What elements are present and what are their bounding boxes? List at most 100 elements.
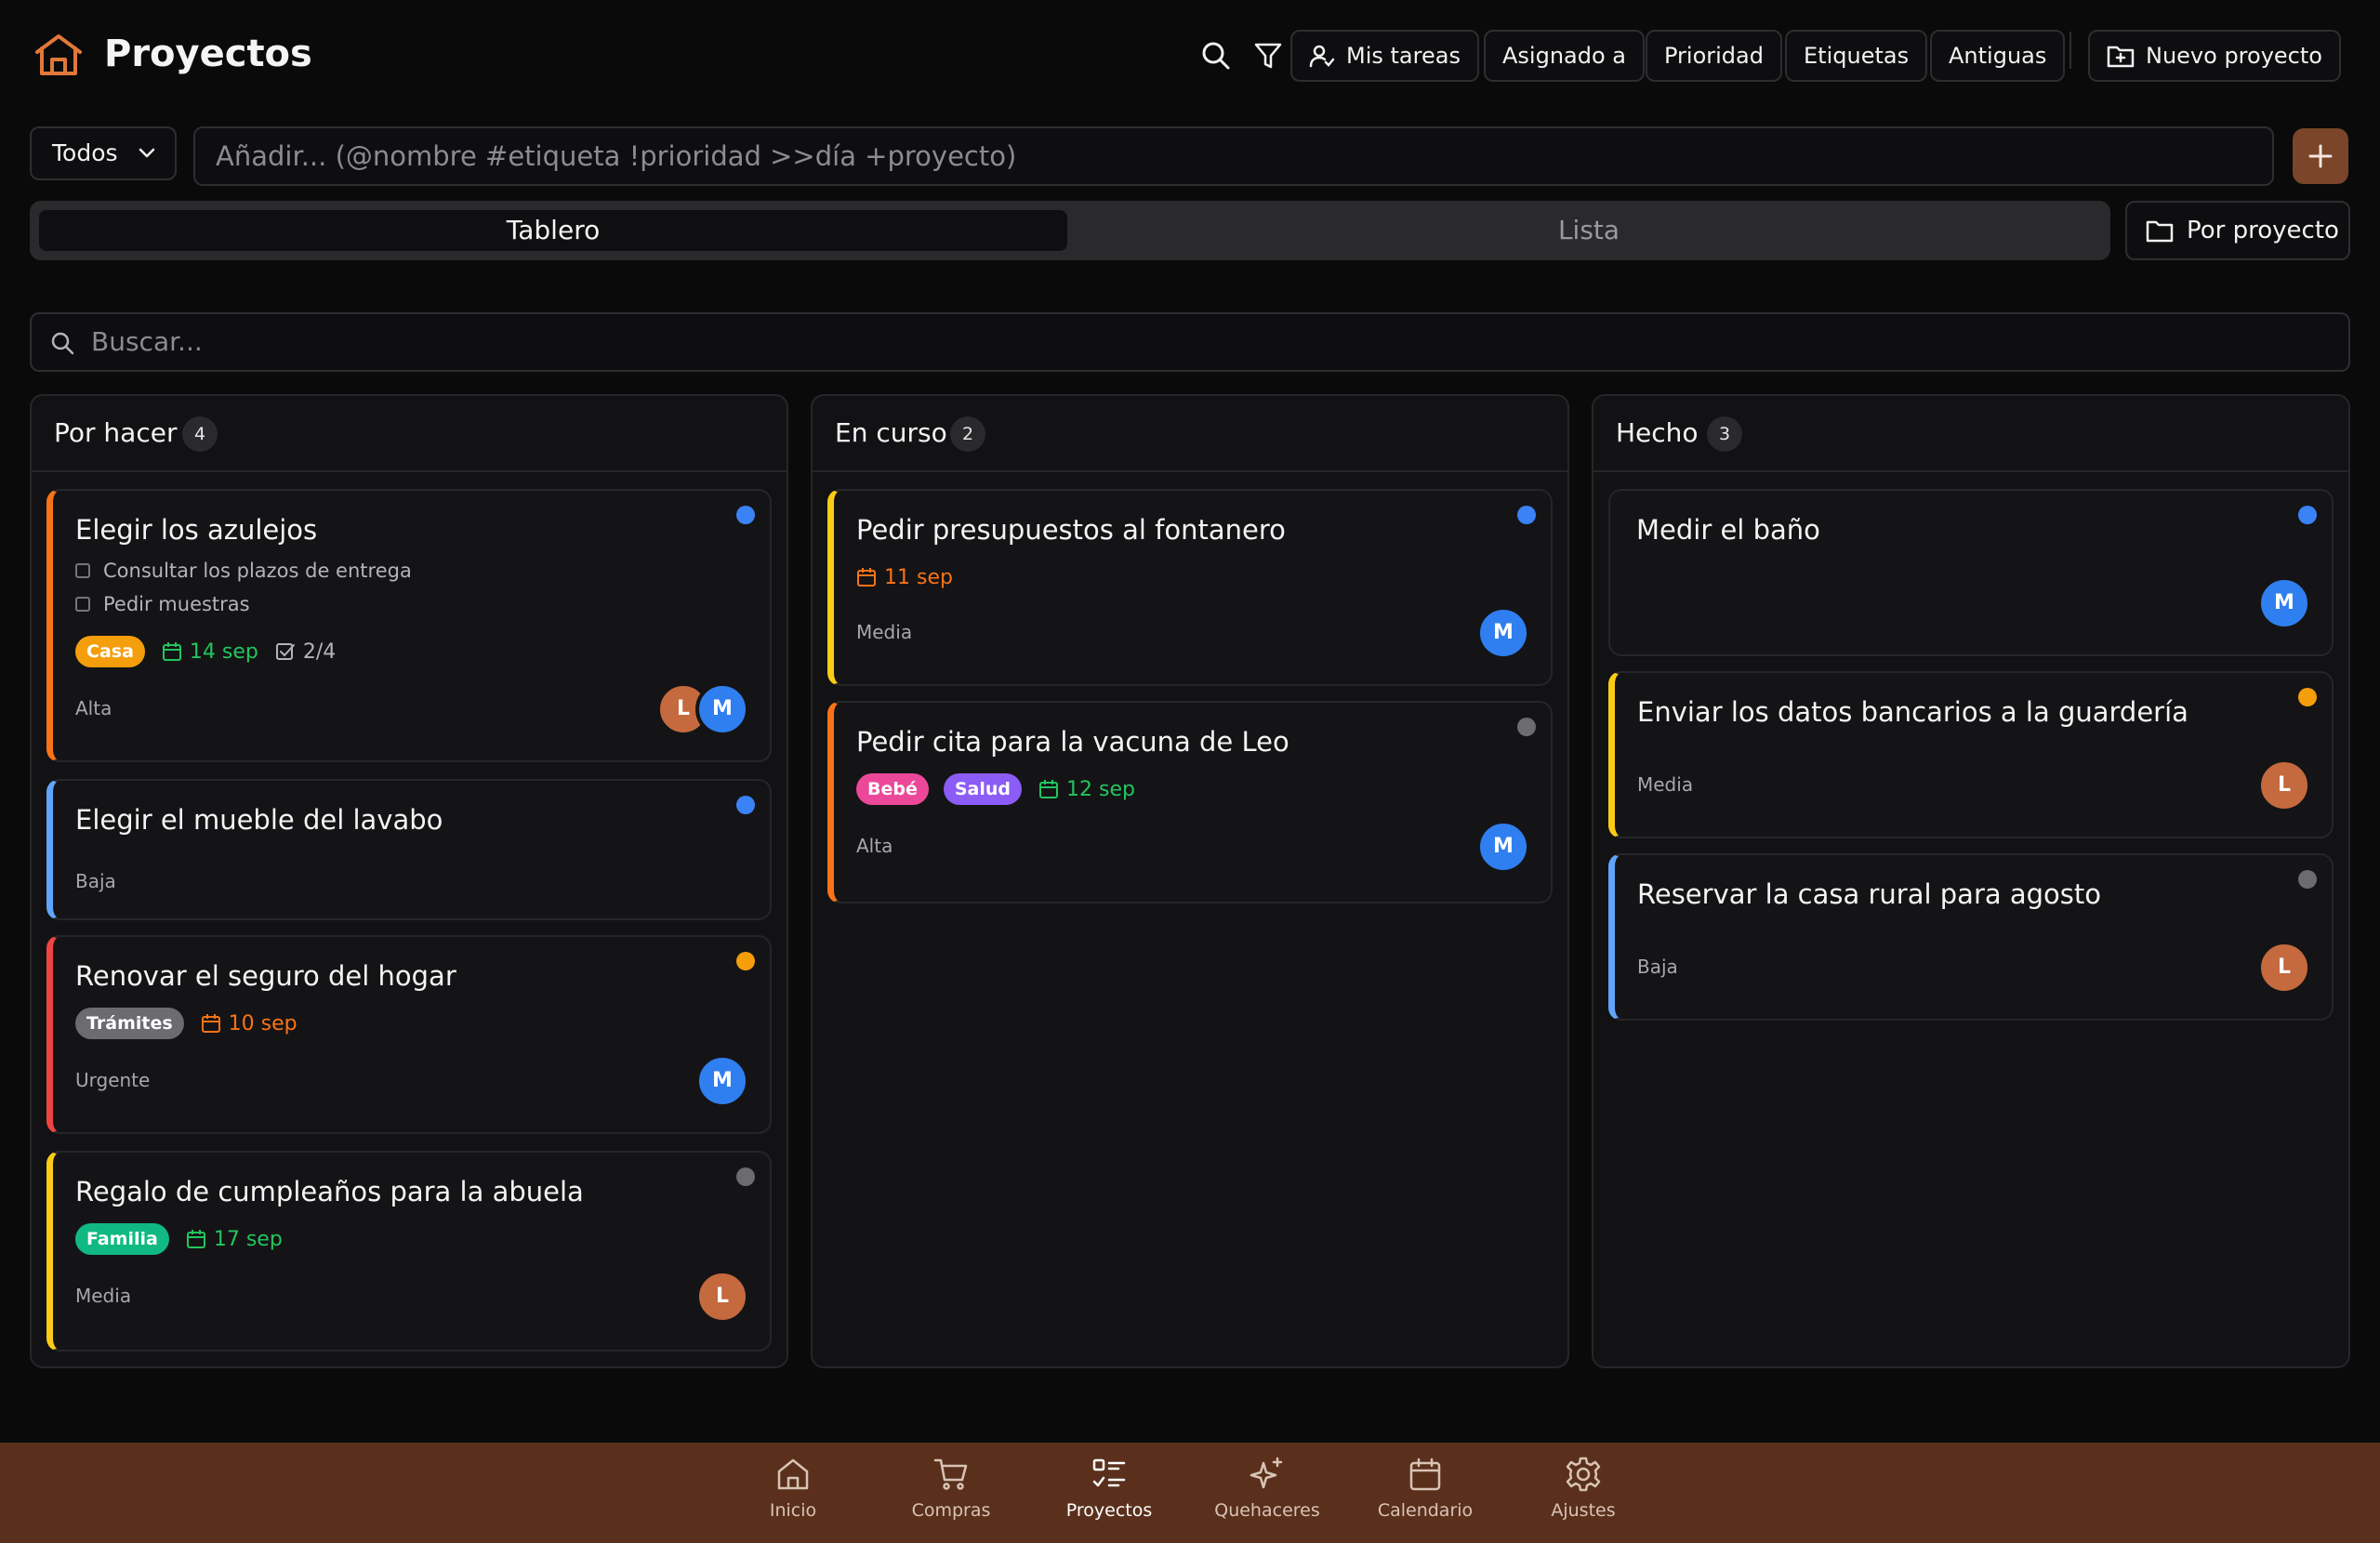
- avatar[interactable]: L: [2257, 758, 2311, 812]
- quick-add-input[interactable]: Añadir... (@nombre #etiqueta !prioridad …: [193, 126, 2274, 186]
- priority-label: Alta: [856, 835, 893, 857]
- status-dot: [2298, 688, 2317, 706]
- task-meta: Bebé Salud 12 sep: [856, 773, 1135, 805]
- avatar[interactable]: M: [1476, 820, 1530, 874]
- task-title: Reservar la casa rural para agosto: [1637, 878, 2102, 910]
- column-count: 4: [182, 416, 218, 452]
- tag-badge[interactable]: Salud: [943, 773, 1023, 805]
- avatar[interactable]: M: [1476, 606, 1530, 660]
- task-card[interactable]: Reservar la casa rural para agosto Baja …: [1608, 853, 2334, 1021]
- priority-label: Media: [856, 621, 913, 643]
- priority-button[interactable]: Prioridad: [1646, 30, 1782, 82]
- status-dot: [1517, 718, 1536, 736]
- column-title: Hecho: [1616, 417, 1699, 448]
- task-card[interactable]: Medir el baño M: [1608, 489, 2334, 656]
- subtask-item[interactable]: Consultar los plazos de entrega: [75, 560, 412, 582]
- group-by-project-button[interactable]: Por proyecto: [2125, 201, 2350, 260]
- task-title: Pedir presupuestos al fontanero: [856, 514, 1286, 546]
- group-by-project-label: Por proyecto: [2187, 217, 2339, 244]
- column-header: En curso 2: [813, 396, 1567, 472]
- column-header: Por hacer 4: [32, 396, 787, 472]
- status-dot: [736, 952, 755, 970]
- assigned-to-button[interactable]: Asignado a: [1484, 30, 1645, 82]
- due-date: 10 sep: [201, 1012, 298, 1035]
- avatar[interactable]: M: [695, 1054, 749, 1108]
- subtask-progress: 2/4: [275, 640, 336, 664]
- nav-item-compras[interactable]: Compras: [881, 1456, 1021, 1521]
- due-date-label: 14 sep: [189, 640, 258, 664]
- task-card[interactable]: Enviar los datos bancarios a la guarderí…: [1608, 671, 2334, 838]
- nav-item-inicio[interactable]: Inicio: [723, 1456, 863, 1521]
- tag-badge[interactable]: Casa: [75, 636, 145, 667]
- nav-item-quehaceres[interactable]: Quehaceres: [1197, 1456, 1337, 1521]
- column-header: Hecho 3: [1593, 396, 2348, 472]
- calendar-icon: [201, 1014, 220, 1033]
- avatar[interactable]: L: [695, 1270, 749, 1324]
- nav-item-ajustes[interactable]: Ajustes: [1514, 1456, 1653, 1521]
- filter-icon[interactable]: [1253, 41, 1283, 71]
- my-tasks-button[interactable]: Mis tareas: [1290, 30, 1479, 82]
- avatar[interactable]: M: [695, 682, 749, 736]
- add-task-button[interactable]: [2293, 128, 2348, 184]
- checkbox-icon[interactable]: [75, 597, 90, 612]
- calendar-icon: [186, 1230, 205, 1248]
- subtask-label: Consultar los plazos de entrega: [103, 560, 412, 582]
- tab-board[interactable]: Tablero: [39, 210, 1067, 251]
- task-meta: Familia 17 sep: [75, 1223, 283, 1255]
- nav-item-calendario[interactable]: Calendario: [1355, 1456, 1495, 1521]
- column-count: 3: [1707, 416, 1742, 452]
- status-dot: [2298, 870, 2317, 889]
- tasks-icon: [1092, 1458, 1126, 1487]
- task-card[interactable]: Pedir cita para la vacuna de Leo Bebé Sa…: [827, 701, 1553, 903]
- task-card[interactable]: Elegir los azulejos Consultar los plazos…: [46, 489, 772, 762]
- calendar-icon: [857, 568, 876, 587]
- assignee-avatars: M: [695, 1054, 749, 1108]
- nav-label: Calendario: [1377, 1500, 1474, 1521]
- priority-label: Prioridad: [1664, 43, 1764, 69]
- page-title: Proyectos: [104, 33, 312, 75]
- cart-icon: [933, 1458, 968, 1490]
- old-tasks-button[interactable]: Antiguas: [1930, 30, 2066, 82]
- avatar[interactable]: L: [2257, 941, 2311, 995]
- home-icon: [777, 1458, 809, 1490]
- due-date-label: 11 sep: [884, 565, 953, 589]
- quick-add-placeholder: Añadir... (@nombre #etiqueta !prioridad …: [216, 140, 1017, 172]
- priority-label: Media: [75, 1285, 132, 1307]
- column-todo: Por hacer 4 Elegir los azulejos Consulta…: [30, 394, 788, 1368]
- avatar[interactable]: M: [2257, 576, 2311, 630]
- nav-label: Compras: [911, 1500, 991, 1521]
- tag-badge[interactable]: Familia: [75, 1223, 169, 1255]
- task-card[interactable]: Regalo de cumpleaños para la abuela Fami…: [46, 1151, 772, 1352]
- task-card[interactable]: Pedir presupuestos al fontanero 11 sep M…: [827, 489, 1553, 686]
- tags-button[interactable]: Etiquetas: [1785, 30, 1928, 82]
- search-icon[interactable]: [1201, 41, 1231, 71]
- task-title: Elegir los azulejos: [75, 514, 318, 546]
- scope-select-value: Todos: [52, 139, 118, 166]
- status-dot: [736, 796, 755, 814]
- checkbox-icon[interactable]: [75, 563, 90, 578]
- scope-select[interactable]: Todos: [30, 126, 177, 180]
- folder-icon: [2146, 220, 2174, 243]
- new-project-button[interactable]: Nuevo proyecto: [2088, 30, 2341, 82]
- assignee-avatars: L: [2257, 758, 2311, 812]
- view-toggle: Tablero Lista: [30, 201, 2110, 260]
- tag-badge[interactable]: Bebé: [856, 773, 929, 805]
- assignee-avatars: L M: [656, 682, 749, 736]
- subtask-item[interactable]: Pedir muestras: [75, 593, 250, 615]
- task-card[interactable]: Elegir el mueble del lavabo Baja: [46, 779, 772, 920]
- task-card[interactable]: Renovar el seguro del hogar Trámites 10 …: [46, 935, 772, 1134]
- nav-item-proyectos[interactable]: Proyectos: [1039, 1456, 1179, 1521]
- column-in-progress: En curso 2 Pedir presupuestos al fontane…: [811, 394, 1569, 1368]
- due-date-label: 12 sep: [1066, 777, 1135, 801]
- column-title: Por hacer: [54, 417, 178, 448]
- assignee-avatars: L: [2257, 941, 2311, 995]
- tab-list[interactable]: Lista: [1077, 210, 2101, 251]
- due-date: 14 sep: [162, 640, 258, 664]
- subtask-label: Pedir muestras: [103, 593, 250, 615]
- tag-badge[interactable]: Trámites: [75, 1008, 184, 1039]
- priority-label: Baja: [75, 870, 116, 892]
- status-dot: [2298, 506, 2317, 524]
- task-meta: Casa 14 sep 2/4: [75, 636, 336, 667]
- search-input[interactable]: Buscar...: [30, 312, 2350, 372]
- header-divider: [2069, 32, 2071, 69]
